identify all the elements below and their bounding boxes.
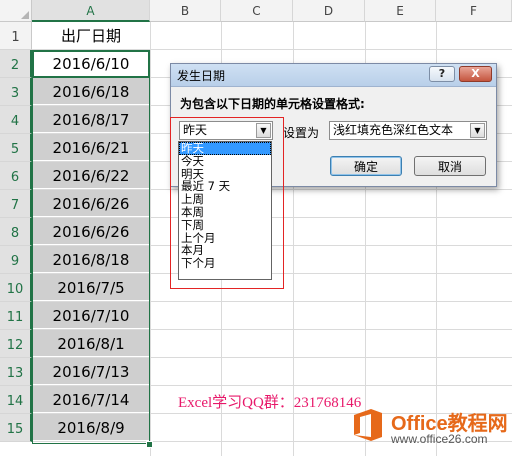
option-this-week[interactable]: 本周	[179, 206, 271, 219]
date-condition-value: 昨天	[183, 123, 208, 137]
cell-a1-header[interactable]: 出厂日期	[33, 22, 149, 49]
row-header-1[interactable]: 1	[0, 22, 32, 50]
date-cell[interactable]: 2016/8/1	[33, 330, 149, 357]
row-header-4[interactable]: 4	[0, 106, 32, 134]
option-yesterday[interactable]: 昨天	[179, 142, 271, 155]
row-header-3[interactable]: 3	[0, 78, 32, 106]
row-header-2[interactable]: 2	[0, 50, 32, 78]
option-tomorrow[interactable]: 明天	[179, 168, 271, 181]
date-cell[interactable]: 2016/7/13	[33, 358, 149, 385]
logo-url: www.office26.com	[391, 432, 488, 446]
date-cell[interactable]: 2016/6/26	[33, 190, 149, 217]
dialog-instruction: 为包含以下日期的单元格设置格式:	[180, 97, 365, 111]
option-this-month[interactable]: 本月	[179, 244, 271, 257]
cell-a2-active[interactable]: 2016/6/10	[32, 50, 150, 78]
row-header-6[interactable]: 6	[0, 162, 32, 190]
row-header-10[interactable]: 10	[0, 274, 32, 302]
option-last-week[interactable]: 上周	[179, 193, 271, 206]
set-as-label: 设置为	[283, 126, 320, 140]
ok-button[interactable]: 确定	[330, 156, 402, 176]
date-cell[interactable]: 2016/7/10	[33, 302, 149, 329]
dropdown-arrow-icon[interactable]: ▼	[256, 123, 271, 138]
dialog-titlebar[interactable]: 发生日期 ? X	[171, 64, 496, 87]
gridline	[150, 22, 151, 456]
date-cell[interactable]: 2016/6/21	[33, 134, 149, 161]
qq-group-annotation: Excel学习QQ群：231768146	[178, 395, 362, 411]
row-header-9[interactable]: 9	[0, 246, 32, 274]
option-last-month[interactable]: 上个月	[179, 232, 271, 245]
select-all-corner[interactable]	[0, 0, 32, 22]
row-header-12[interactable]: 12	[0, 330, 32, 358]
column-header-f[interactable]: F	[436, 0, 512, 22]
date-cell[interactable]: 2016/8/17	[33, 106, 149, 133]
row-header-14[interactable]: 14	[0, 386, 32, 414]
option-next-month[interactable]: 下个月	[179, 257, 271, 270]
date-cell[interactable]: 2016/6/18	[33, 78, 149, 105]
row-header-11[interactable]: 11	[0, 302, 32, 330]
date-cell[interactable]: 2016/8/18	[33, 246, 149, 273]
column-header-a[interactable]: A	[32, 0, 150, 22]
close-button[interactable]: X	[459, 66, 492, 82]
office-logo-icon	[354, 409, 382, 441]
date-cell[interactable]: 2016/7/14	[33, 386, 149, 413]
date-condition-select[interactable]: 昨天 ▼	[179, 121, 273, 140]
fill-handle[interactable]	[146, 441, 153, 448]
dialog-title: 发生日期	[177, 69, 226, 83]
column-header-e[interactable]: E	[365, 0, 436, 22]
row-header-8[interactable]: 8	[0, 218, 32, 246]
date-cell[interactable]: 2016/7/5	[33, 274, 149, 301]
date-cell[interactable]: 2016/8/9	[33, 414, 149, 441]
row-header-15[interactable]: 15	[0, 414, 32, 442]
option-today[interactable]: 今天	[179, 155, 271, 168]
row-header-5[interactable]: 5	[0, 134, 32, 162]
row-header-7[interactable]: 7	[0, 190, 32, 218]
option-last-7-days[interactable]: 最近 7 天	[179, 180, 271, 193]
format-select[interactable]: 浅红填充色深红色文本 ▼	[329, 121, 487, 140]
column-header-b[interactable]: B	[150, 0, 221, 22]
date-options-list: 昨天 今天 明天 最近 7 天 上周 本周 下周 上个月 本月 下个月	[178, 141, 272, 280]
option-next-week[interactable]: 下周	[179, 219, 271, 232]
row-header-13[interactable]: 13	[0, 358, 32, 386]
help-button[interactable]: ?	[429, 66, 455, 82]
column-header-d[interactable]: D	[293, 0, 365, 22]
date-cell[interactable]: 2016/6/26	[33, 218, 149, 245]
column-header-c[interactable]: C	[221, 0, 293, 22]
date-cell[interactable]: 2016/6/22	[33, 162, 149, 189]
dropdown-arrow-icon[interactable]: ▼	[470, 123, 485, 138]
cancel-button[interactable]: 取消	[414, 156, 486, 176]
format-value: 浅红填充色深红色文本	[333, 123, 454, 137]
